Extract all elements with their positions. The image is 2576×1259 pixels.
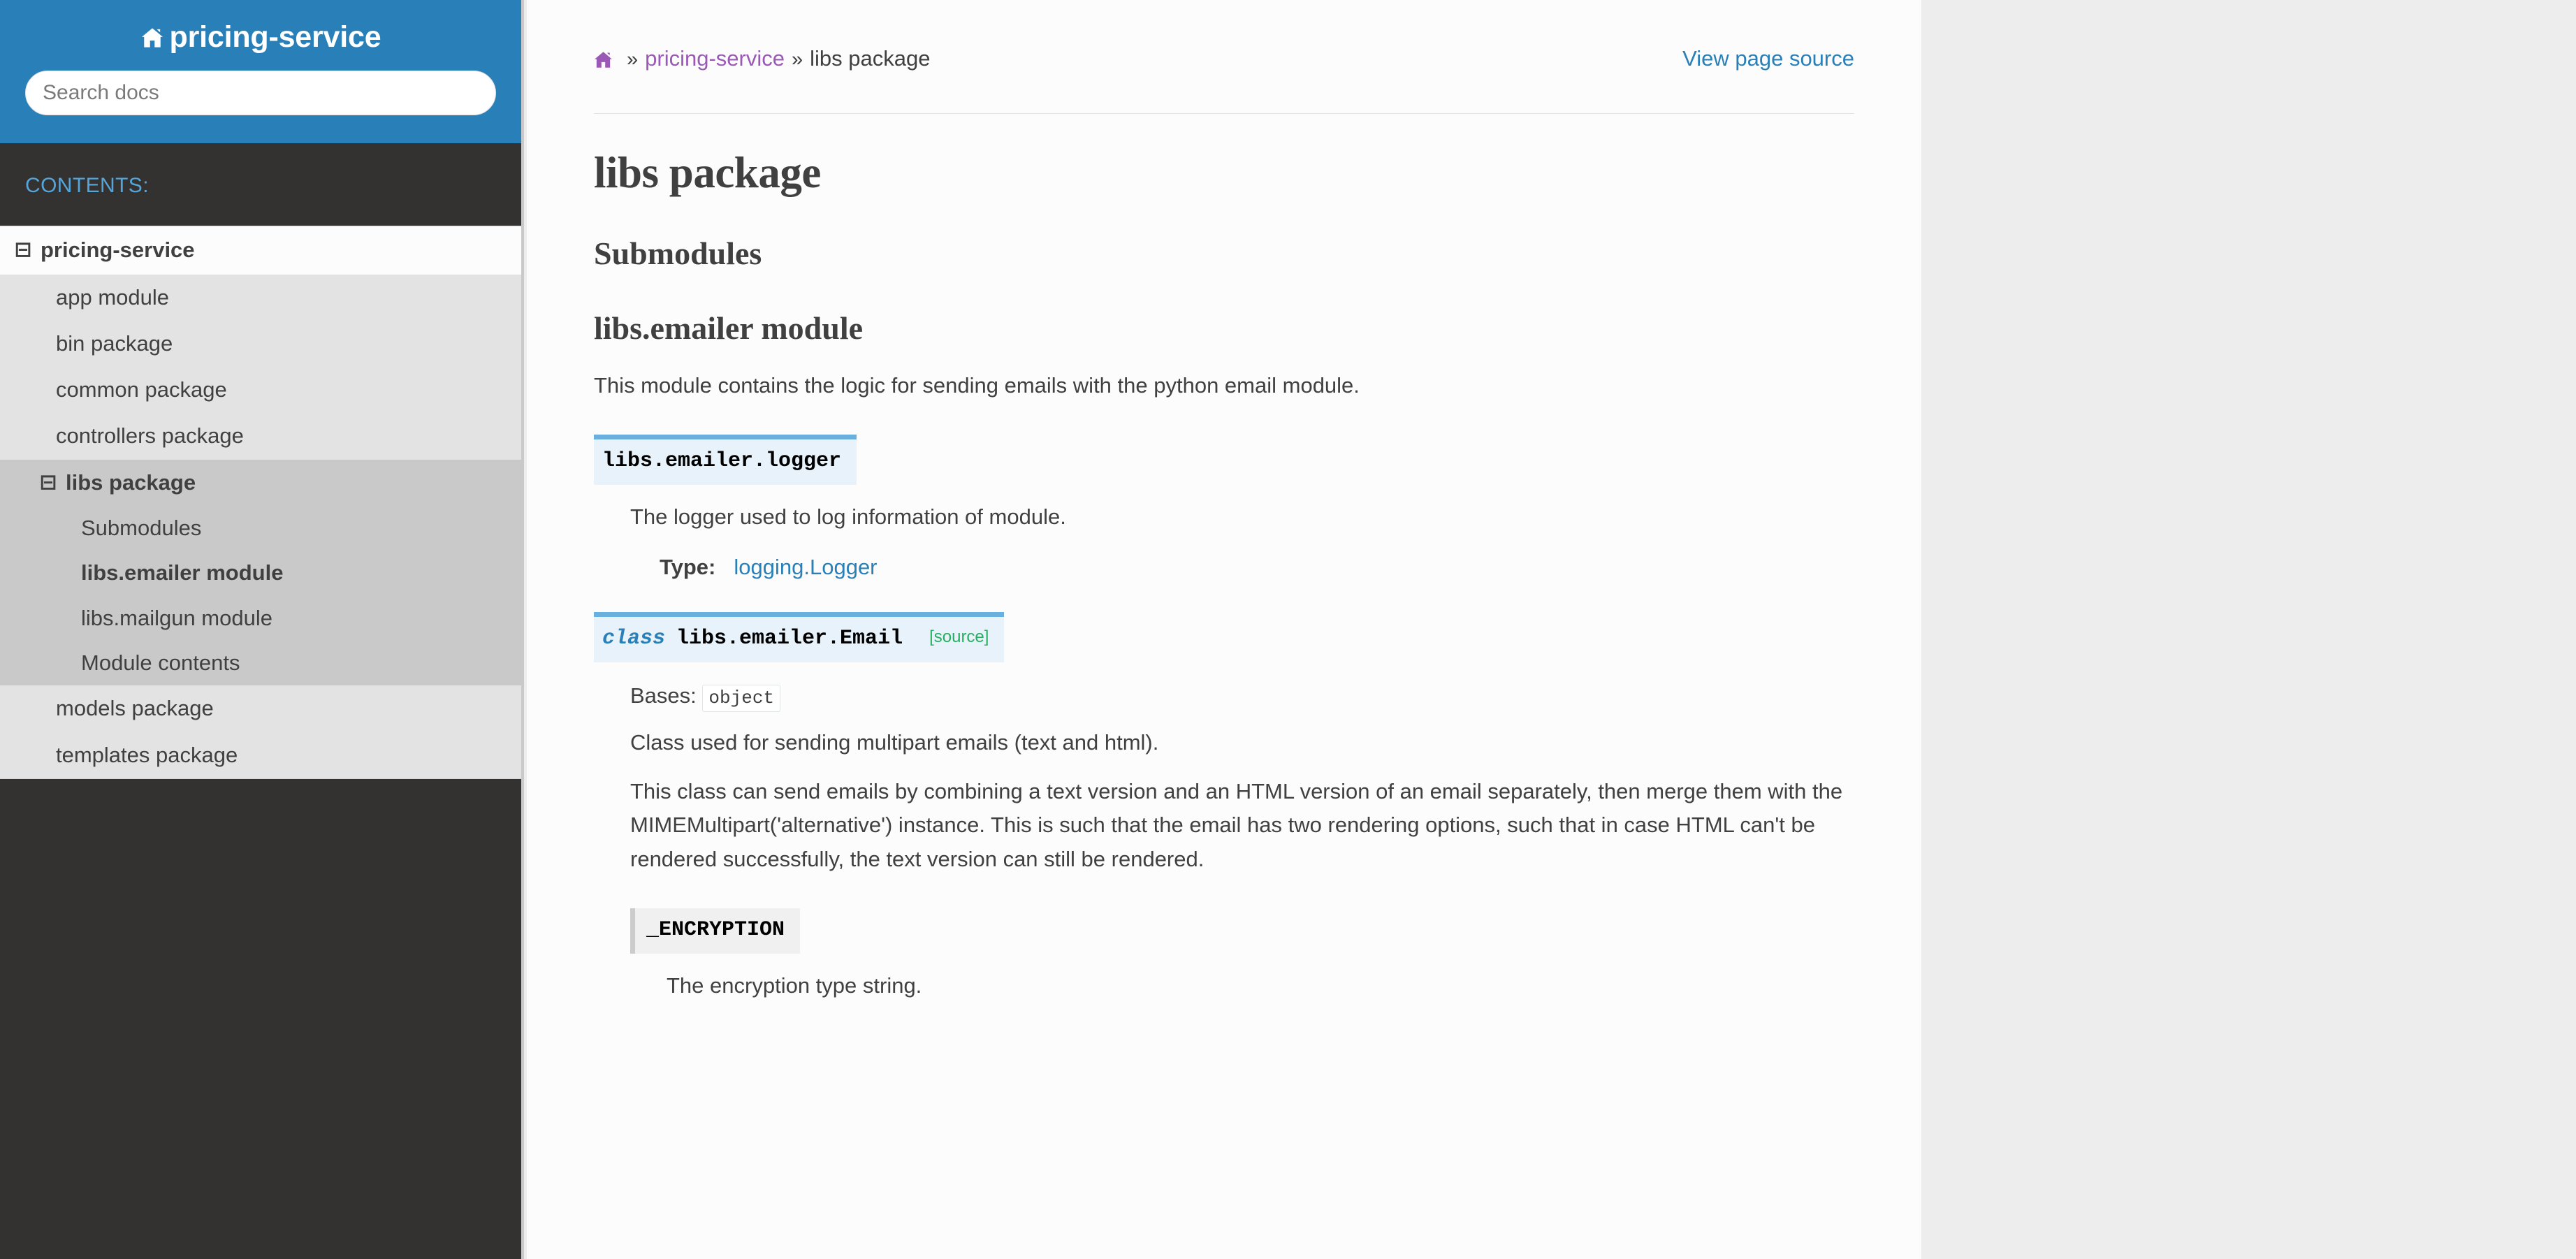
sidebar-label-libs-package: libs package [66,470,196,495]
bases-label: Bases: [630,683,697,708]
logger-description: The logger used to log information of mo… [630,504,1066,529]
breadcrumb-link-pricing-service[interactable]: pricing-service [645,45,785,73]
sidebar-item-controllers-package[interactable]: controllers package [0,413,521,459]
logger-body: The logger used to log information of mo… [594,500,1854,580]
sidebar-link-bin-package[interactable]: bin package [0,321,521,367]
view-page-source-link[interactable]: View page source [1682,45,1854,73]
email-class-summary: Class used for sending multipart emails … [630,730,1159,755]
sidebar-sublist-libs: Submodules libs.emailer module libs.mail… [0,506,521,686]
page-root: pricing-service CONTENTS: ⊟ pricing-servi… [0,0,2576,1259]
breadcrumb-separator-2: » [791,48,803,71]
sidebar-link-libs-package[interactable]: ⊟ libs package [0,460,521,506]
module-intro-paragraph: This module contains the logic for sendi… [594,372,1360,398]
logger-type-field: Type: logging.Logger [630,555,1854,580]
logger-signature-name: libs.emailer.logger [602,449,842,473]
email-class-definition: class libs.emailer.Email [source] Bases: o… [594,612,1854,1003]
email-class-detail: This class can send emails by combining … [630,779,1843,871]
home-icon [140,27,164,48]
content-inner: » pricing-service » libs package View pa… [527,0,1921,1003]
sidebar: pricing-service CONTENTS: ⊟ pricing-servi… [0,0,524,1259]
sidebar-link-templates-package[interactable]: templates package [0,732,521,778]
email-class-body: Bases: object Class used for sending mul… [594,681,1854,1003]
encryption-signature[interactable]: _ENCRYPTION [630,908,801,954]
sidebar-item-module-contents[interactable]: Module contents [0,641,521,685]
brand-home-link[interactable]: pricing-service [0,17,521,54]
sidebar-item-libs-package[interactable]: ⊟ libs package Submodules libs.emailer mo… [0,459,521,686]
sidebar-item-common-package[interactable]: common package [0,367,521,413]
main-content: » pricing-service » libs package View pa… [527,0,1921,1259]
collapse-toggle-icon-libs[interactable]: ⊟ [39,472,57,493]
sidebar-item-models-package[interactable]: models package [0,685,521,732]
breadcrumb-divider [594,112,1854,114]
sidebar-link-models-package[interactable]: models package [0,685,521,732]
email-class-signature[interactable]: class libs.emailer.Email [source] [594,612,1005,662]
search-input[interactable] [25,71,496,116]
email-class-name: libs.emailer.Email [676,627,903,650]
contents-caption: CONTENTS: [0,143,521,226]
breadcrumb: » pricing-service » libs package View pa… [594,0,1854,73]
logger-type-label: Type: [660,555,716,579]
bases-value: object [702,685,781,712]
encryption-description: The encryption type string. [667,973,922,998]
sidebar-item-bin-package[interactable]: bin package [0,321,521,367]
breadcrumb-home-icon[interactable] [594,51,613,68]
sidebar-link-libs-mailgun-module[interactable]: libs.mailgun module [0,596,521,641]
sidebar-header: pricing-service [0,0,521,144]
sidebar-sublist: app module bin package common package co… [0,274,521,778]
sidebar-link-pricing-service[interactable]: ⊟ pricing-service [0,226,521,274]
logger-type-value: logging.Logger [734,555,877,580]
breadcrumb-current: libs package [810,46,931,71]
sidebar-item-submodules[interactable]: Submodules [0,506,521,551]
sidebar-item-libs-mailgun-module[interactable]: libs.mailgun module [0,596,521,641]
sidebar-item-libs-emailer-module[interactable]: libs.emailer module [0,551,521,595]
logger-definition: libs.emailer.logger The logger used to l… [594,434,1854,580]
class-keyword: class [602,627,666,650]
sidebar-item-app-module[interactable]: app module [0,275,521,321]
encryption-attribute-definition: _ENCRYPTION The encryption type string. [630,908,1854,1003]
sidebar-link-module-contents[interactable]: Module contents [0,641,521,685]
section-heading-submodules: Submodules [594,235,762,272]
section-heading-emailer-module: libs.emailer module [594,310,864,347]
encryption-body: The encryption type string. [630,969,1854,1003]
search-container [0,54,521,116]
sidebar-item-pricing-service[interactable]: ⊟ pricing-service app module bin package … [0,226,521,779]
breadcrumb-separator-1: » [627,48,639,71]
logging-logger-link[interactable]: logging.Logger [734,555,877,579]
sidebar-link-submodules[interactable]: Submodules [0,506,521,551]
page-title: libs package [594,147,821,197]
collapse-toggle-icon[interactable]: ⊟ [14,240,32,261]
sidebar-item-templates-package[interactable]: templates package [0,732,521,778]
bases-line: Bases: object [630,681,1854,712]
sidebar-link-controllers-package[interactable]: controllers package [0,413,521,459]
sidebar-link-app-module[interactable]: app module [0,275,521,321]
encryption-signature-name: _ENCRYPTION [646,917,785,942]
sidebar-nav: ⊟ pricing-service app module bin package … [0,226,521,779]
logger-signature[interactable]: libs.emailer.logger [594,434,857,485]
sidebar-link-libs-emailer-module[interactable]: libs.emailer module [0,551,521,595]
sidebar-label-pricing-service: pricing-service [41,238,195,263]
source-link[interactable]: [source] [929,627,989,646]
sidebar-link-common-package[interactable]: common package [0,367,521,413]
brand-label: pricing-service [169,20,381,54]
